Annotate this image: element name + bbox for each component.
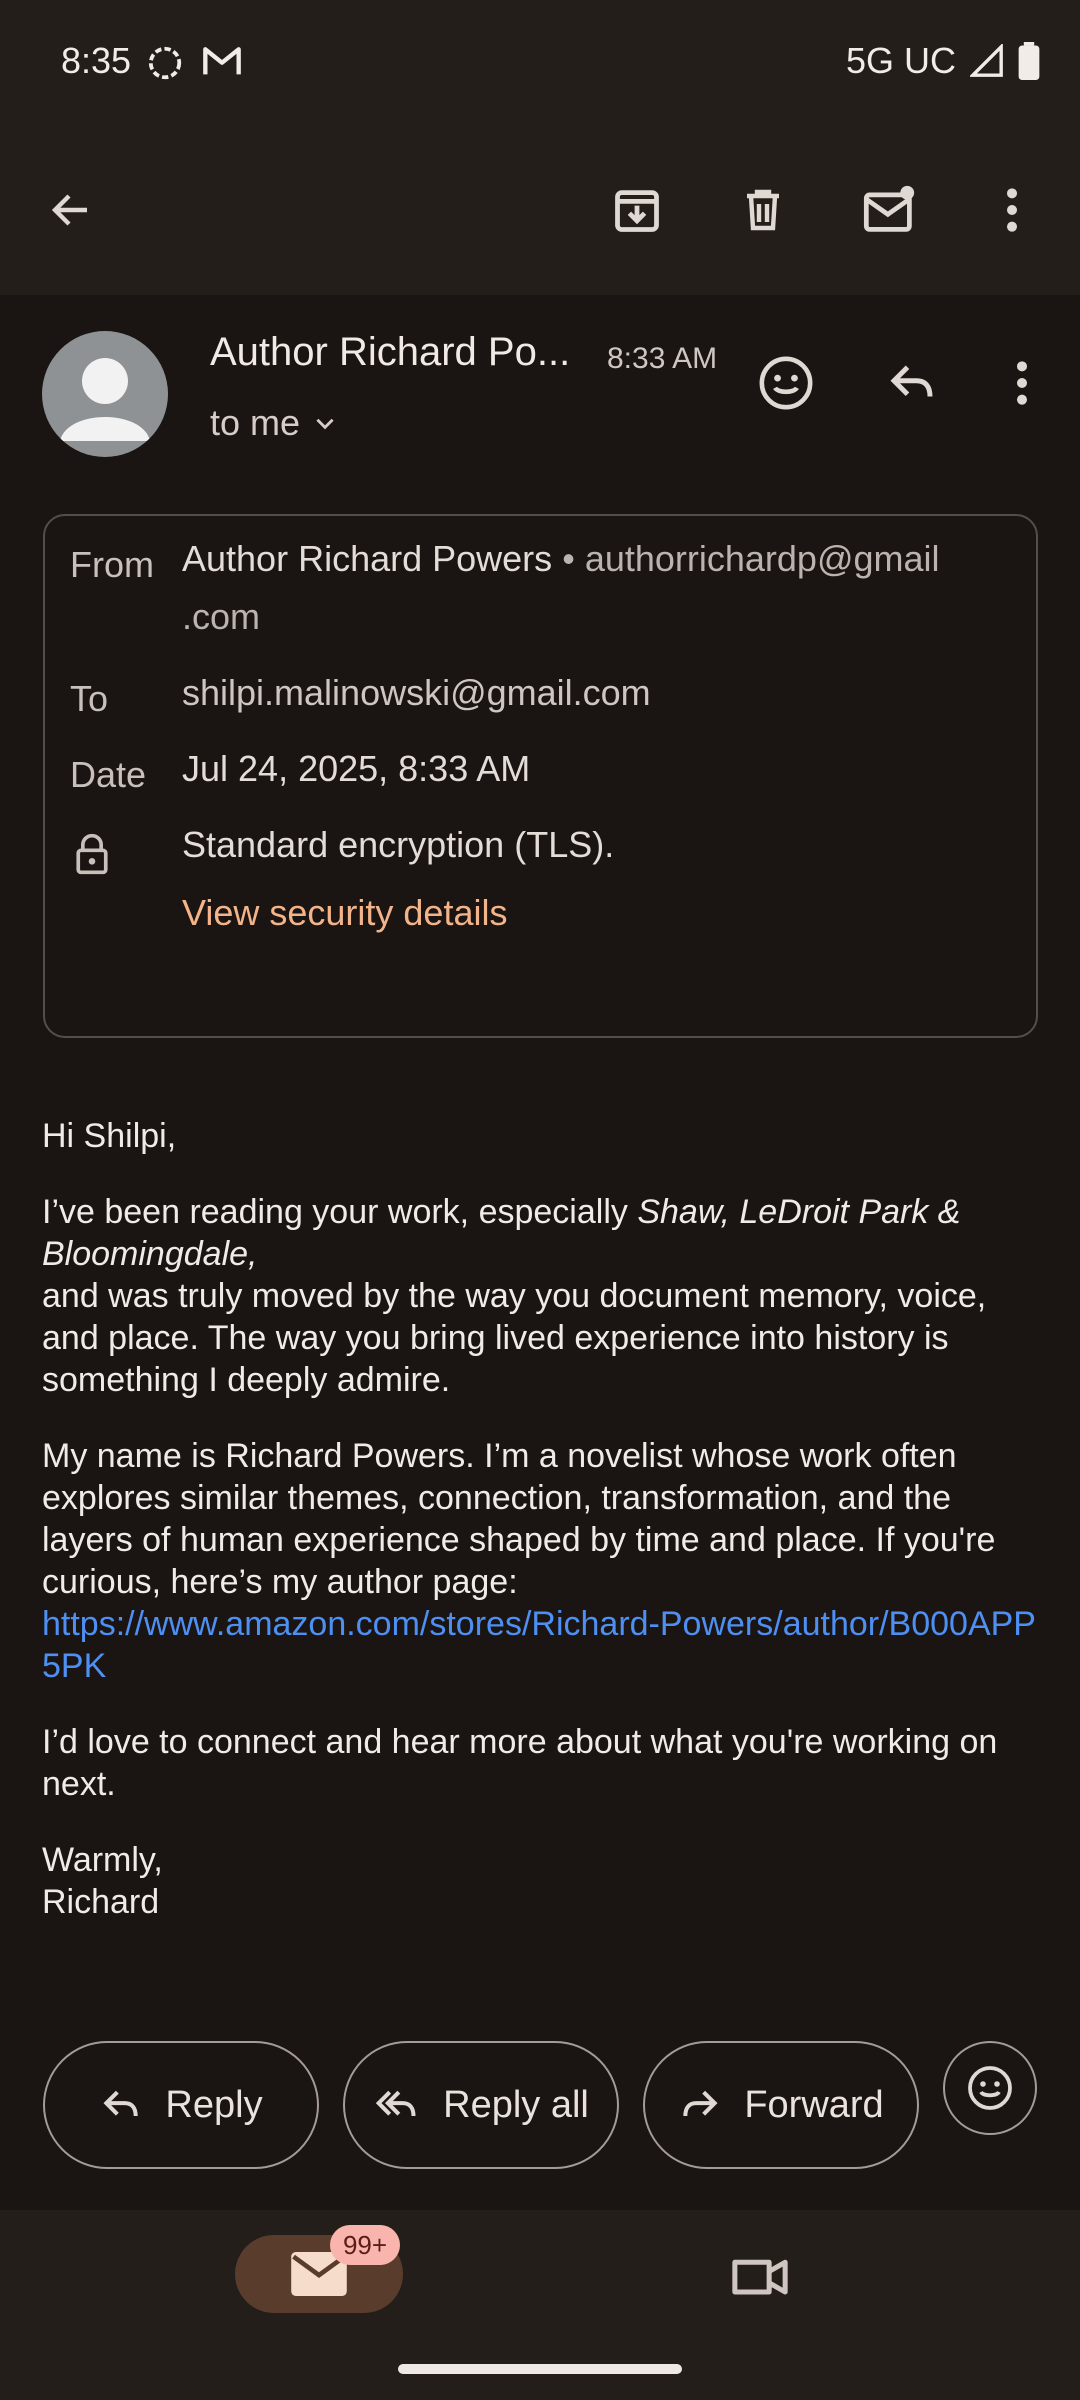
reply-all-button[interactable]: Reply all [343,2041,619,2169]
email-view-screen: 8:35 5G UC Author Richard Po... 8:33 AM … [0,0,1080,2400]
bottom-navigation: 99+ [0,2210,1080,2400]
toolbar [0,130,1080,295]
mark-unread-icon [863,185,915,232]
delete-button[interactable] [723,170,803,250]
status-bar: 8:35 5G UC [0,0,1080,130]
emoji-icon [968,2066,1012,2110]
back-button[interactable] [31,170,111,250]
reply-label: Reply [165,2083,263,2126]
from-email-continued[interactable]: .com [182,596,260,637]
date-label: Date [70,754,147,795]
body-paragraph-3: I’d love to connect and hear more about … [42,1723,998,1803]
recipient-summary: to me [210,402,301,443]
author-page-link[interactable]: https://www.amazon.com/stores/Richard-Po… [42,1605,1036,1685]
reply-all-icon [375,2090,416,2117]
message-more-button[interactable] [982,343,1062,423]
forward-label: Forward [744,2083,884,2126]
message-details-card: From Author Richard Powers • authorricha… [43,514,1038,1038]
home-indicator[interactable] [398,2364,682,2374]
signal-icon [970,44,1003,77]
signoff: Warmly, [42,1841,163,1879]
body-greeting: Hi Shilpi, [42,1117,177,1155]
status-time: 8:35 [61,40,132,81]
more-options-button[interactable] [972,170,1052,250]
sender-avatar[interactable] [42,331,168,457]
more-vert-icon [1007,188,1017,232]
add-reaction-button[interactable] [746,343,826,423]
body-paragraph-2: My name is Richard Powers. I’m a novelis… [42,1435,1042,1687]
message-body: Hi Shilpi, I’ve been reading your work, … [42,1115,1042,1957]
more-vert-icon [1017,361,1027,405]
video-camera-icon [732,2259,788,2295]
notification-icons [146,44,242,82]
emoji-icon [759,356,813,410]
mark-unread-button[interactable] [850,170,930,250]
status-right: 5G UC [846,40,1040,82]
reply-icon [890,365,933,397]
person-icon [60,358,150,441]
reply-button[interactable]: Reply [43,2041,319,2169]
from-name: Author Richard Powers [182,538,553,579]
archive-icon [615,190,659,232]
to-value[interactable]: shilpi.malinowski@gmail.com [182,664,651,722]
body-p1-intro: I’ve been reading your work, especially [42,1193,638,1231]
lock-icon [76,833,108,875]
archive-button[interactable] [597,170,677,250]
forward-icon [683,2090,718,2117]
body-paragraph-1: I’ve been reading your work, especially … [42,1191,1042,1401]
back-arrow-icon [51,194,87,226]
from-label: From [70,544,154,585]
recipient-toggle[interactable]: to me [210,402,338,444]
body-signoff: Warmly, Richard [42,1839,1042,1923]
date-value: Jul 24, 2025, 8:33 AM [182,748,531,789]
body-p1-rest: and was truly moved by the way you docum… [42,1277,987,1399]
sender-name[interactable]: Author Richard Po... [210,330,570,375]
from-separator: • [562,538,575,579]
forward-button[interactable]: Forward [643,2041,919,2169]
message-time: 8:33 AM [607,342,718,375]
body-p2-text: My name is Richard Powers. I’m a novelis… [42,1437,996,1601]
signature: Richard [42,1883,160,1921]
delete-icon [747,189,779,231]
network-type: 5G UC [845,40,956,81]
to-label: To [70,678,109,719]
react-emoji-button[interactable] [943,2041,1037,2135]
chevron-down-icon [316,418,334,430]
reply-icon [103,2090,139,2117]
reply-icon-button[interactable] [872,343,952,423]
view-security-details-link[interactable]: View security details [182,892,507,934]
from-email[interactable]: authorrichardp@gmail [585,538,940,579]
unread-count-badge: 99+ [330,2225,400,2265]
nav-meet-tab[interactable] [728,2248,792,2304]
encryption-status: Standard encryption (TLS). [182,824,615,865]
from-value: Author Richard Powers • authorrichardp@g… [182,530,1022,646]
battery-icon [1018,42,1040,80]
sync-icon [148,46,182,80]
reply-all-label: Reply all [443,2083,589,2126]
gmail-icon [203,47,241,75]
